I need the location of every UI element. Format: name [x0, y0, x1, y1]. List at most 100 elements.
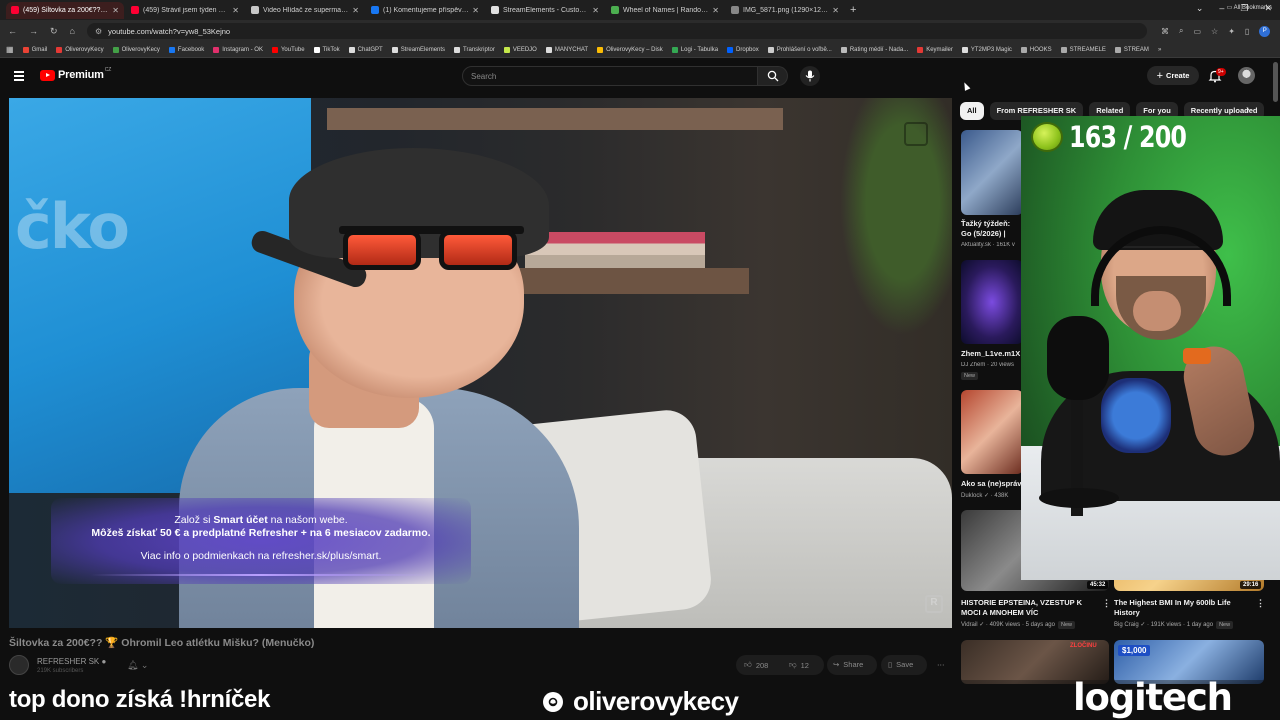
page-scrollbar[interactable]	[1273, 62, 1278, 102]
bookmark-label: VEEDJO	[512, 46, 537, 53]
tab-label: (1) Komentujeme příspěvky do	[383, 6, 470, 14]
bookmark-item[interactable]: Logi - Tabulka	[671, 46, 718, 53]
back-icon[interactable]: ←	[8, 26, 17, 36]
tab-close-icon[interactable]: ✕	[832, 6, 839, 15]
bookmark-item[interactable]: StreamElements	[391, 46, 445, 53]
bookmark-label: OliverovyKecy	[65, 46, 104, 53]
bookmark-item[interactable]: Dropbox	[727, 46, 759, 53]
browser-tab[interactable]: IMG_5871.png (1290×1253) ✕	[726, 2, 844, 19]
browser-tab[interactable]: (459) Šiltovka za 200€?? 🏆 ✕	[6, 1, 124, 19]
bookmark-item[interactable]: TikTok	[313, 46, 340, 53]
rec-title-1[interactable]: Ťažký týždeň: Go (5/2026) | Aktuali	[961, 219, 1021, 239]
tab-close-icon[interactable]: ✕	[472, 6, 479, 15]
chips-next-icon[interactable]: ›	[1246, 104, 1249, 115]
bookmark-item[interactable]: OliverovyKecy	[56, 46, 104, 53]
new-tab-button[interactable]: +	[850, 4, 856, 16]
share-button[interactable]: ↪ Share	[833, 660, 863, 669]
reload-icon[interactable]: ↻	[50, 26, 58, 37]
video-player[interactable]: čko R Založ si Smart účet na našom webe.…	[9, 98, 952, 628]
rec-thumbnail-2[interactable]	[961, 260, 1023, 344]
tab-close-icon[interactable]: ✕	[712, 6, 719, 15]
filter-chip[interactable]: All	[960, 101, 984, 120]
tab-close-icon[interactable]: ✕	[232, 6, 239, 15]
channel-name[interactable]: REFRESHER SK ●	[37, 657, 106, 666]
bookmark-item[interactable]: Instagram - OK	[213, 46, 263, 53]
url-field[interactable]: ⚙ youtube.com/watch?v=yw8_53Kejno	[86, 23, 1147, 39]
bookmark-item[interactable]: OliverovyKecy	[112, 46, 160, 53]
translate-icon[interactable]: ⌘	[1161, 27, 1169, 36]
bookmark-item[interactable]: Facebook	[168, 46, 204, 53]
rec-title-3[interactable]: Ako sa (ne)správ	[961, 479, 1023, 489]
dislike-button[interactable]: 👎︎ 12	[789, 660, 809, 670]
webcam-microphone	[1047, 316, 1109, 400]
bookmark-label: Keymailer	[926, 46, 953, 53]
forward-icon[interactable]: →	[29, 26, 38, 36]
site-info-icon[interactable]: ⚙	[95, 27, 102, 36]
rec-thumbnail-3[interactable]	[961, 390, 1023, 474]
browser-tab[interactable]: Video Hlídač ze supermarketu ✕	[246, 2, 364, 19]
bookmark-label: Transkriptor	[463, 46, 495, 53]
logitech-logo: logitech	[1073, 676, 1233, 719]
channel-branding-icon[interactable]: R	[925, 595, 943, 613]
like-button[interactable]: 👍︎ 208	[744, 660, 768, 670]
bookmark-icon	[22, 46, 29, 53]
save-button[interactable]: ▯ Save	[888, 660, 913, 669]
star-icon[interactable]: ☆	[1211, 27, 1218, 36]
search-input[interactable]: Search	[462, 66, 758, 86]
bookmark-item[interactable]: ChatGPT	[348, 46, 383, 53]
rec-thumbnail-1[interactable]	[961, 130, 1023, 215]
bookmark-item[interactable]: HOOKS	[1020, 46, 1052, 53]
bookmark-item[interactable]: YT2MP3 Magic	[961, 46, 1012, 53]
browser-tab[interactable]: StreamElements - Custom com✕	[486, 2, 604, 19]
rec-menu-icon-5[interactable]: ⋮	[1256, 598, 1265, 609]
rec-thumb-price-7: $1,000	[1118, 645, 1151, 656]
tab-close-icon[interactable]: ✕	[592, 6, 599, 15]
voice-search-button[interactable]	[800, 66, 820, 86]
more-actions-button[interactable]: ⋯	[937, 660, 945, 669]
rec-title-5[interactable]: The Highest BMI In My 600lb Life History	[1114, 598, 1254, 618]
extensions-icon[interactable]: ✦	[1228, 27, 1235, 36]
bookmark-icon: ▯	[888, 660, 893, 669]
zoom-icon[interactable]: ⌕	[1179, 26, 1183, 36]
tab-close-icon[interactable]: ✕	[352, 6, 359, 15]
home-icon[interactable]: ⌂	[70, 26, 75, 36]
bookmark-item[interactable]: STREAMELE	[1060, 46, 1106, 53]
rec-meta-4: Vidrail ✓ · 409K views · 5 days ago New	[961, 621, 1075, 629]
rec-title-4[interactable]: HISTORIE EPSTEINA, VZESTUP K MOCI A MNOH…	[961, 598, 1101, 618]
tab-close-icon[interactable]: ✕	[112, 6, 119, 15]
search-button[interactable]	[758, 66, 788, 86]
tab-favicon-icon	[131, 6, 139, 14]
bookmark-item[interactable]: OliverovyKecy – Disk	[597, 46, 663, 53]
apps-icon[interactable]: ▦	[6, 45, 14, 54]
hamburger-menu-icon[interactable]	[14, 71, 24, 83]
window-chevron-icon[interactable]: ⌄	[1196, 3, 1204, 14]
sidepanel-icon[interactable]: ▯	[1245, 27, 1249, 36]
bookmark-item[interactable]: Keymailer	[917, 46, 953, 53]
thumbs-down-icon: 👎︎	[789, 660, 797, 669]
bookmark-item[interactable]: VEEDJO	[503, 46, 537, 53]
subscription-bell-icon[interactable]: 🔔︎ ⌄	[127, 660, 148, 671]
bookmarks-overflow-button[interactable]: »	[1158, 47, 1161, 53]
youtube-premium-logo[interactable]: Premium CZ	[40, 67, 111, 81]
bookmark-item[interactable]: STREAM	[1114, 46, 1149, 53]
bookmark-item[interactable]: YouTube	[271, 46, 305, 53]
bookmark-item[interactable]: Rating médií - Nada...	[840, 46, 908, 53]
all-bookmarks-button[interactable]: ▭ All Bookmarks	[1227, 4, 1272, 11]
account-avatar[interactable]	[1238, 67, 1255, 84]
bookmark-icon	[271, 46, 278, 53]
channel-avatar[interactable]	[9, 655, 29, 675]
rec-title-2[interactable]: Zhem_L1ve.m1X	[961, 349, 1023, 359]
browser-tab[interactable]: (1) Komentujeme příspěvky do ✕	[366, 2, 484, 19]
bookmark-item[interactable]: MANYCHAT	[545, 46, 588, 53]
cast-icon[interactable]: ▭	[1193, 27, 1201, 36]
browser-tab[interactable]: Wheel of Names | Random nam✕	[606, 2, 724, 19]
rec-menu-icon-4[interactable]: ⋮	[1102, 598, 1111, 609]
create-button[interactable]: + Create	[1147, 66, 1199, 85]
bookmark-label: STREAMELE	[1069, 46, 1106, 53]
minimize-icon[interactable]: –	[1219, 3, 1224, 14]
browser-tab[interactable]: (459) Strávil jsem týden na Ukr✕	[126, 2, 244, 19]
profile-avatar[interactable]: P	[1259, 25, 1271, 37]
bookmark-item[interactable]: Gmail	[22, 46, 47, 53]
bookmark-item[interactable]: Prohlášení o voľbě...	[767, 46, 832, 53]
bookmark-item[interactable]: Transkriptor	[454, 46, 495, 53]
